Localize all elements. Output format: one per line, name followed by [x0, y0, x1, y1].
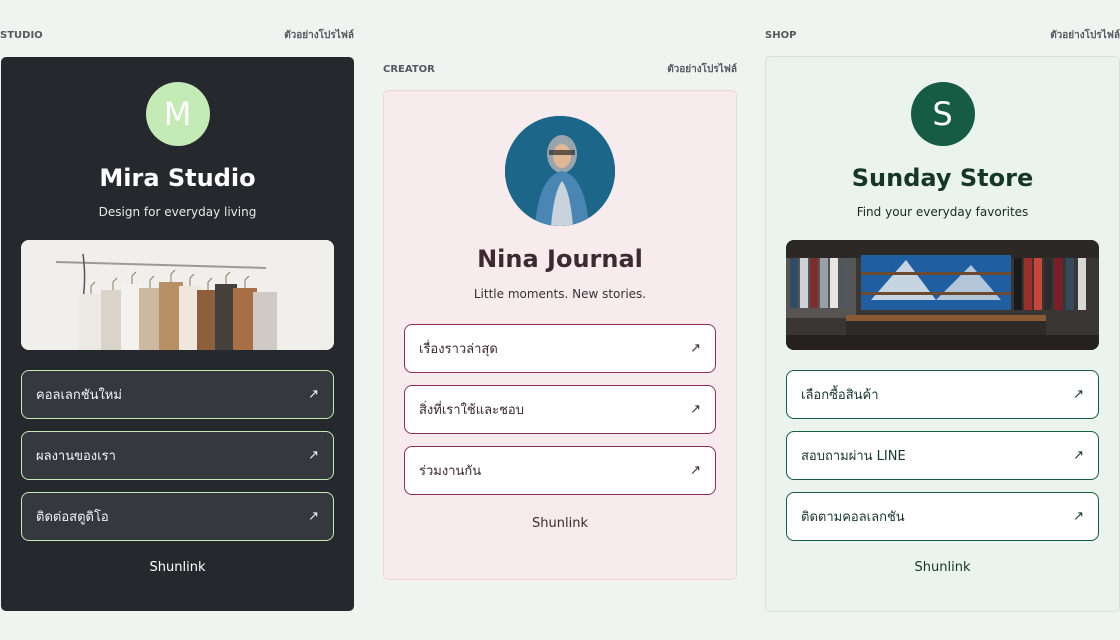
- external-arrow-icon: ↗: [1073, 509, 1084, 524]
- shop-preview-label: ตัวอย่างโปรไฟล์: [1050, 29, 1120, 41]
- studio-link-our-work[interactable]: ผลงานของเรา ↗: [21, 431, 334, 480]
- studio-link-new-collection[interactable]: คอลเลกชันใหม่ ↗: [21, 370, 334, 419]
- studio-tagline: Design for everyday living: [98, 205, 257, 219]
- clothing-rack-image: [21, 240, 334, 350]
- link-label: ผลงานของเรา: [36, 449, 116, 464]
- creator-preview-label: ตัวอย่างโปรไฟล์: [667, 63, 737, 75]
- creator-link-favorites[interactable]: สิ่งที่เราใช้และชอบ ↗: [404, 385, 716, 434]
- studio-link-list: คอลเลกชันใหม่ ↗ ผลงานของเรา ↗ ติดต่อสตูด…: [21, 370, 334, 541]
- creator-avatar-photo: [505, 116, 615, 226]
- external-arrow-icon: ↗: [690, 341, 701, 356]
- shop-link-ask-line[interactable]: สอบถามผ่าน LINE ↗: [786, 431, 1099, 480]
- shop-header: SHOP ตัวอย่างโปรไฟล์: [765, 28, 1120, 42]
- link-label: ติดตามคอลเลกชัน: [801, 510, 905, 525]
- external-arrow-icon: ↗: [308, 448, 319, 463]
- shop-avatar: S: [910, 82, 975, 146]
- studio-avatar: M: [145, 82, 210, 146]
- shop-link-list: เลือกซื้อสินค้า ↗ สอบถามผ่าน LINE ↗ ติดต…: [786, 370, 1099, 541]
- link-label: ร่วมงานกัน: [419, 464, 482, 479]
- studio-link-contact[interactable]: ติดต่อสตูดิโอ ↗: [21, 492, 334, 541]
- external-arrow-icon: ↗: [1073, 448, 1084, 463]
- shop-brand-footer[interactable]: Shunlink: [766, 560, 1119, 575]
- creator-link-list: เรื่องราวล่าสุด ↗ สิ่งที่เราใช้และชอบ ↗ …: [404, 324, 716, 495]
- link-label: เรื่องราวล่าสุด: [419, 342, 498, 357]
- shop-link-follow-collection[interactable]: ติดตามคอลเลกชัน ↗: [786, 492, 1099, 541]
- shop-tagline: Find your everyday favorites: [856, 205, 1029, 219]
- external-arrow-icon: ↗: [308, 509, 319, 524]
- creator-header: CREATOR ตัวอย่างโปรไฟล์: [383, 62, 737, 76]
- link-label: สอบถามผ่าน LINE: [801, 449, 906, 464]
- creator-brand-footer[interactable]: Shunlink: [384, 516, 736, 531]
- link-label: ติดต่อสตูดิโอ: [36, 510, 109, 525]
- external-arrow-icon: ↗: [690, 402, 701, 417]
- external-arrow-icon: ↗: [308, 387, 319, 402]
- shop-profile-name: Sunday Store: [851, 164, 1034, 192]
- creator-link-latest-stories[interactable]: เรื่องราวล่าสุด ↗: [404, 324, 716, 373]
- creator-tagline: Little moments. New stories.: [473, 287, 647, 301]
- creator-link-collaborate[interactable]: ร่วมงานกัน ↗: [404, 446, 716, 495]
- link-label: สิ่งที่เราใช้และชอบ: [419, 403, 524, 418]
- studio-preview-label: ตัวอย่างโปรไฟล์: [284, 29, 354, 41]
- creator-profile-card: Nina Journal Little moments. New stories…: [383, 90, 737, 580]
- studio-category-label: STUDIO: [0, 29, 43, 41]
- shop-profile-card: S Sunday Store Find your everyday favori…: [765, 56, 1120, 612]
- external-arrow-icon: ↗: [1073, 387, 1084, 402]
- studio-profile-card: M Mira Studio Design for everyday living: [1, 57, 354, 611]
- store-interior-image: [786, 240, 1099, 350]
- shop-category-label: SHOP: [765, 29, 797, 41]
- creator-category-label: CREATOR: [383, 63, 435, 75]
- creator-profile-name: Nina Journal: [477, 245, 643, 273]
- external-arrow-icon: ↗: [690, 463, 701, 478]
- link-label: เลือกซื้อสินค้า: [801, 388, 879, 403]
- shop-link-shop-products[interactable]: เลือกซื้อสินค้า ↗: [786, 370, 1099, 419]
- studio-brand-footer[interactable]: Shunlink: [1, 560, 354, 575]
- link-label: คอลเลกชันใหม่: [36, 388, 122, 403]
- studio-profile-name: Mira Studio: [99, 164, 256, 192]
- studio-header: STUDIO ตัวอย่างโปรไฟล์: [0, 28, 354, 42]
